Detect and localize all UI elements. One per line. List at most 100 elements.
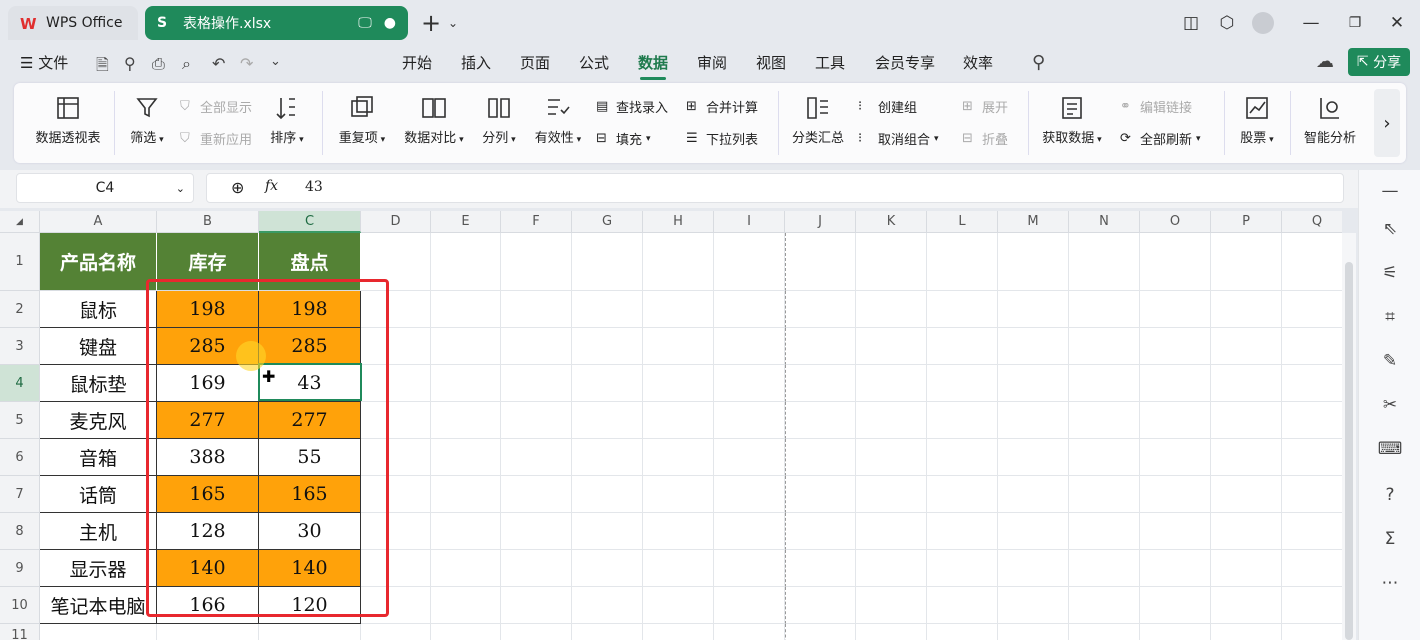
cell[interactable] xyxy=(1069,476,1140,513)
stock-cell[interactable]: 169 xyxy=(157,365,259,402)
smart-analysis-button[interactable]: 智能分析 xyxy=(1300,95,1360,146)
table-header-cell[interactable]: 产品名称 xyxy=(40,233,157,291)
cell[interactable] xyxy=(1069,439,1140,476)
split-column-button[interactable]: 分列 ▾ xyxy=(478,95,520,146)
tab-wps-office[interactable]: W WPS Office xyxy=(8,6,138,40)
cell[interactable] xyxy=(998,513,1069,550)
cell[interactable] xyxy=(643,328,714,365)
cell[interactable] xyxy=(856,587,927,624)
count-cell[interactable]: 198 xyxy=(259,291,361,328)
cell[interactable] xyxy=(501,476,572,513)
column-header-i[interactable]: I xyxy=(714,211,785,233)
cell[interactable] xyxy=(259,624,361,640)
cell[interactable] xyxy=(998,233,1069,291)
cell[interactable] xyxy=(998,550,1069,587)
cell[interactable] xyxy=(643,550,714,587)
cloud-icon[interactable]: ☁ xyxy=(1316,51,1334,72)
column-header-l[interactable]: L xyxy=(927,211,998,233)
cell[interactable] xyxy=(361,439,431,476)
cell[interactable] xyxy=(1140,233,1211,291)
cell[interactable] xyxy=(1282,513,1342,550)
cell[interactable] xyxy=(1140,476,1211,513)
cell[interactable] xyxy=(361,476,431,513)
stock-cell[interactable]: 166 xyxy=(157,587,259,624)
cell[interactable] xyxy=(501,587,572,624)
tools-icon[interactable]: ✂ xyxy=(1379,394,1401,416)
print-icon[interactable]: ⎙ xyxy=(152,54,165,74)
filter-button[interactable]: 筛选 ▾ xyxy=(126,95,168,146)
menu-file[interactable]: ☰ 文件 xyxy=(20,52,68,73)
cell[interactable] xyxy=(501,291,572,328)
cell[interactable] xyxy=(998,587,1069,624)
cell[interactable] xyxy=(643,587,714,624)
find-entry-button[interactable]: ▤ 查找录入 xyxy=(596,97,668,117)
row-header-3[interactable]: 3 xyxy=(0,328,40,365)
cell[interactable] xyxy=(714,365,785,402)
zoom-icon[interactable]: ⊕ xyxy=(231,178,244,197)
tab-document[interactable]: S 表格操作.xlsx 🖵 ● xyxy=(145,6,408,40)
share-button[interactable]: ⇱ 分享 xyxy=(1348,48,1410,76)
cell[interactable] xyxy=(927,328,998,365)
table-header-cell[interactable]: 库存 xyxy=(157,233,259,291)
cell[interactable] xyxy=(643,402,714,439)
product-name-cell[interactable]: 鼠标 xyxy=(40,291,157,328)
stocks-button[interactable]: 股票 ▾ xyxy=(1236,95,1278,146)
book-icon[interactable]: ⌨ xyxy=(1378,438,1403,460)
product-name-cell[interactable]: 话筒 xyxy=(40,476,157,513)
column-header-p[interactable]: P xyxy=(1211,211,1282,233)
cell[interactable] xyxy=(643,233,714,291)
cell[interactable] xyxy=(1282,291,1342,328)
cell[interactable] xyxy=(1282,550,1342,587)
cell[interactable] xyxy=(714,328,785,365)
product-name-cell[interactable]: 主机 xyxy=(40,513,157,550)
cell[interactable] xyxy=(927,233,998,291)
cell[interactable] xyxy=(714,402,785,439)
cell[interactable] xyxy=(501,233,572,291)
unsaved-dot-icon[interactable]: ● xyxy=(384,15,396,31)
reapply-button[interactable]: ⛉ 重新应用 xyxy=(180,129,252,149)
sigma-icon[interactable]: Σ xyxy=(1379,528,1401,550)
cell[interactable] xyxy=(785,476,856,513)
column-header-h[interactable]: H xyxy=(643,211,714,233)
cell[interactable] xyxy=(1282,328,1342,365)
row-header-4[interactable]: 4 xyxy=(0,365,40,402)
cell[interactable] xyxy=(1282,624,1342,640)
cell[interactable] xyxy=(1140,587,1211,624)
duplicates-button[interactable]: 重复项 ▾ xyxy=(334,95,390,146)
menu-tab-member[interactable]: 会员专享 xyxy=(875,52,935,73)
cell[interactable] xyxy=(643,439,714,476)
cell[interactable] xyxy=(927,513,998,550)
cell[interactable] xyxy=(1069,328,1140,365)
cell[interactable] xyxy=(1211,365,1282,402)
avatar[interactable] xyxy=(1252,12,1274,34)
pointer-icon[interactable]: ⇖ xyxy=(1379,218,1401,240)
cell[interactable] xyxy=(431,476,501,513)
cell[interactable] xyxy=(572,513,643,550)
menu-tab-review[interactable]: 审阅 xyxy=(697,52,727,73)
cell[interactable] xyxy=(431,550,501,587)
restore-icon[interactable]: ❐ xyxy=(1342,10,1368,36)
menu-tab-formula[interactable]: 公式 xyxy=(579,52,609,73)
cell[interactable] xyxy=(714,439,785,476)
cell[interactable] xyxy=(431,402,501,439)
cell[interactable] xyxy=(643,513,714,550)
cell[interactable] xyxy=(1211,624,1282,640)
cell[interactable] xyxy=(1282,402,1342,439)
cell[interactable] xyxy=(501,513,572,550)
cell[interactable] xyxy=(157,624,259,640)
cell[interactable] xyxy=(572,233,643,291)
cell[interactable] xyxy=(1069,513,1140,550)
cell[interactable] xyxy=(1140,550,1211,587)
cell[interactable] xyxy=(572,328,643,365)
cell[interactable] xyxy=(927,402,998,439)
name-box[interactable]: C4 ⌄ xyxy=(16,173,194,203)
formula-input[interactable]: ⊕ fx 43 xyxy=(206,173,1344,203)
cell[interactable] xyxy=(501,624,572,640)
row-header-7[interactable]: 7 xyxy=(0,476,40,513)
cell[interactable] xyxy=(572,291,643,328)
count-cell[interactable]: 285 xyxy=(259,328,361,365)
print-preview-icon[interactable]: ⌕ xyxy=(182,54,191,74)
cell[interactable] xyxy=(1282,233,1342,291)
cell[interactable] xyxy=(714,624,785,640)
cell[interactable] xyxy=(431,291,501,328)
